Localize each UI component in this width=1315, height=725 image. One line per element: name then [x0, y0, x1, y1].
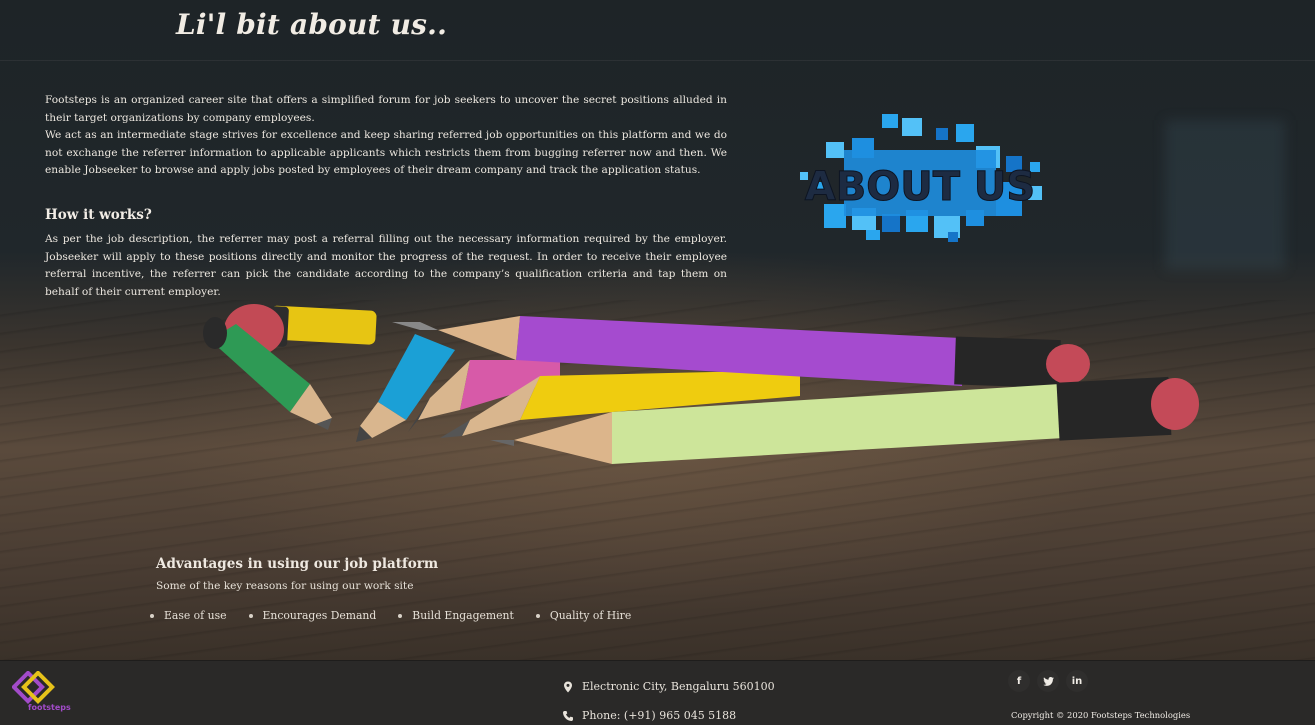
advantage-item: Ease of use	[150, 609, 227, 622]
intro-paragraph-1: Footsteps is an organized career site th…	[45, 94, 727, 124]
bullet-icon	[398, 613, 403, 618]
phone-icon	[563, 710, 573, 721]
copyright-text: Copyright © 2020 Footsteps Technologies	[1011, 710, 1191, 720]
twitter-bird-icon	[1042, 676, 1054, 686]
bullet-icon	[248, 613, 253, 618]
about-us-text: ABOUT US	[805, 164, 1035, 210]
linkedin-icon[interactable]: in	[1066, 670, 1088, 692]
brand-name: footsteps	[28, 703, 71, 712]
advantages-list: Ease of use Encourages Demand Build Enga…	[150, 609, 653, 622]
twitter-icon[interactable]	[1037, 670, 1059, 692]
bullet-icon	[150, 613, 154, 618]
footsteps-logo-icon	[11, 670, 55, 704]
advantages-subtitle: Some of the key reasons for using our wo…	[156, 580, 414, 592]
address-text: Electronic City, Bengaluru 560100	[582, 680, 775, 693]
how-it-works-text: As per the job description, the referrer…	[45, 233, 727, 298]
map-marker-icon	[564, 681, 572, 692]
about-us-graphic: ABOUT US	[800, 114, 1042, 242]
advantages-heading: Advantages in using our job platform	[156, 556, 439, 572]
footsteps-logo[interactable]	[11, 670, 72, 723]
bullet-icon	[535, 613, 540, 618]
footer: footsteps Electronic City, Bengaluru 560…	[0, 660, 1315, 725]
page-title: Li'l bit about us..	[176, 8, 448, 41]
cyan-pencil	[356, 334, 455, 442]
intro-section: Footsteps is an organized career site th…	[45, 92, 727, 180]
phone-row: Phone: (+91) 965 045 5188	[562, 709, 736, 722]
advantage-item: Quality of Hire	[535, 609, 631, 622]
advantage-item: Build Engagement	[398, 609, 514, 622]
facebook-icon[interactable]: f	[1008, 670, 1030, 692]
advantage-item: Encourages Demand	[248, 609, 376, 622]
address-row: Electronic City, Bengaluru 560100	[562, 680, 775, 693]
how-it-works-heading: How it works?	[45, 207, 152, 223]
phone-text: Phone: (+91) 965 045 5188	[582, 709, 737, 722]
intro-paragraph-2: We act as an intermediate stage strives …	[45, 129, 727, 176]
social-links: f in	[1008, 670, 1095, 692]
